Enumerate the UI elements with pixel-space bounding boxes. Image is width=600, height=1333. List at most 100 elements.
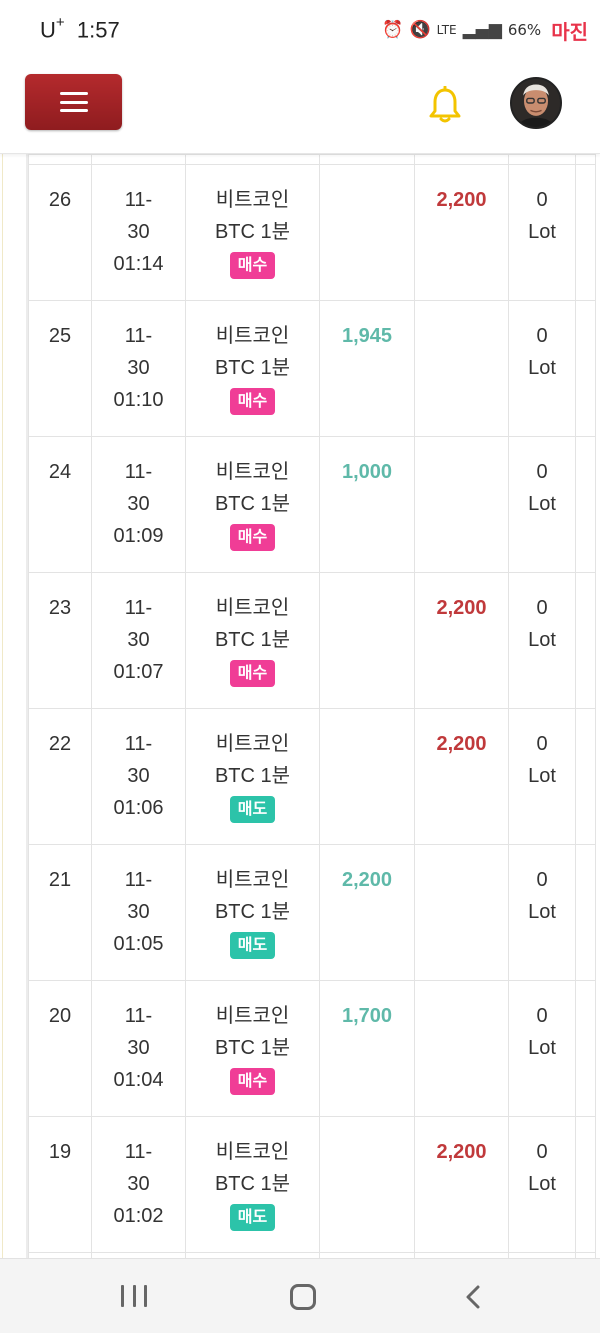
trade-day: 30: [127, 629, 150, 651]
item-product: BTC 1분: [214, 357, 291, 379]
lot-amount: 0: [536, 597, 548, 619]
lot-unit: Lot: [528, 493, 556, 515]
profit-amount: 2,200: [341, 869, 393, 891]
loss-cell: [414, 436, 509, 573]
profit-cell: 1,945: [319, 300, 415, 437]
user-avatar[interactable]: [510, 77, 562, 129]
lot-amount: 0: [536, 325, 548, 347]
item-product: BTC 1분: [214, 629, 291, 651]
trade-item: 비트코인 BTC 1분 매도: [185, 844, 320, 981]
trade-item: 비트코인 BTC 1분 매수: [185, 300, 320, 437]
lot-unit: Lot: [528, 629, 556, 651]
home-icon[interactable]: [290, 1284, 316, 1310]
trade-number-text: 23: [48, 597, 72, 619]
carrier-plus: +: [55, 14, 65, 31]
loss-cell: 2,200: [414, 1116, 509, 1253]
trade-datetime: 11- 30 01:09: [91, 436, 186, 573]
trade-day: 30: [127, 1037, 150, 1059]
lot-amount: 0: [536, 733, 548, 755]
item-product: BTC 1분: [214, 1173, 291, 1195]
loss-cell: [414, 980, 509, 1117]
lot-unit: Lot: [528, 1037, 556, 1059]
back-icon[interactable]: [462, 1284, 486, 1310]
trade-time: 01:06: [113, 797, 164, 819]
table-row[interactable]: 26 11- 30 01:14 비트코인 BTC 1분 매수 2,200 0 Lot: [28, 164, 596, 301]
loss-amount: 2,200: [436, 597, 487, 619]
carrier-name: U: [40, 17, 56, 43]
trade-day: 30: [127, 221, 150, 243]
table-row[interactable]: 23 11- 30 01:07 비트코인 BTC 1분 매수 2,200 0 Lot: [28, 572, 596, 709]
hamburger-icon: [59, 92, 88, 112]
table-row[interactable]: 22 11- 30 01:06 비트코인 BTC 1분 매도 2,200 0 Lot: [28, 708, 596, 845]
lot-cell: 0 Lot: [508, 164, 576, 301]
trade-time: 01:07: [113, 661, 164, 683]
profit-amount: 1,700: [341, 1005, 393, 1027]
profit-cell: [319, 572, 415, 709]
lot-amount: 0: [536, 461, 548, 483]
bell-icon[interactable]: [428, 86, 462, 124]
trade-time: 01:09: [113, 525, 164, 547]
side-badge: 매수: [229, 252, 276, 279]
status-bar: U+ 1:57 ⏰ 🔇 LTE ▂▄▆ 66% 마진: [0, 0, 600, 60]
table-row[interactable]: 20 11- 30 01:04 비트코인 BTC 1분 매수 1,700 0 Lot: [28, 980, 596, 1117]
loss-amount: 2,200: [436, 1141, 487, 1163]
trade-item: 비트코인 BTC 1분 매수: [185, 572, 320, 709]
trade-day: 30: [127, 357, 150, 379]
lot-amount: 0: [536, 869, 548, 891]
extra-cell: [575, 572, 596, 709]
item-name: 비트코인: [215, 733, 290, 755]
trade-number: 25: [28, 300, 92, 437]
trade-month: 11-: [124, 733, 153, 755]
profit-cell: 2,200: [319, 844, 415, 981]
table-row[interactable]: 25 11- 30 01:10 비트코인 BTC 1분 매수 1,945 0 Lot: [28, 300, 596, 437]
network-label: LTE: [436, 23, 457, 37]
side-badge: 매도: [229, 932, 276, 959]
system-nav-bar: [0, 1258, 600, 1333]
trade-datetime: 11- 30 01:07: [91, 572, 186, 709]
extra-cell: [575, 1116, 596, 1253]
trade-datetime: 11- 30 01:04: [91, 980, 186, 1117]
trade-number: 22: [28, 708, 92, 845]
loss-amount: 2,200: [436, 189, 487, 211]
side-badge: 매도: [229, 1204, 276, 1231]
lot-cell: 0 Lot: [508, 572, 576, 709]
alarm-icon: ⏰: [382, 20, 404, 40]
status-icons: ⏰ 🔇 LTE ▂▄▆ 66% 마진: [382, 14, 592, 46]
watermark-logo: 마진: [547, 15, 592, 45]
side-badge: 매도: [229, 796, 276, 823]
menu-button[interactable]: [25, 74, 122, 130]
extra-cell: [575, 164, 596, 301]
trade-number-text: 26: [48, 189, 72, 211]
item-name: 비트코인: [215, 869, 290, 891]
trade-history-panel[interactable]: 26 11- 30 01:14 비트코인 BTC 1분 매수 2,200 0 Lot 25 11- 30…: [0, 154, 600, 1258]
loss-cell: [414, 300, 509, 437]
trade-item: 비트코인 BTC 1분 매도: [185, 1116, 320, 1253]
left-margin: [0, 154, 28, 1258]
lot-cell: 0 Lot: [508, 300, 576, 437]
trade-number: 20: [28, 980, 92, 1117]
table-row[interactable]: 24 11- 30 01:09 비트코인 BTC 1분 매수 1,000 0 Lot: [28, 436, 596, 573]
item-name: 비트코인: [215, 597, 290, 619]
trade-number-text: 19: [48, 1141, 72, 1163]
profit-cell: 1,000: [319, 436, 415, 573]
trade-month: 11-: [124, 869, 153, 891]
app-header: [0, 60, 600, 154]
trade-month: 11-: [124, 325, 153, 347]
profit-cell: [319, 164, 415, 301]
trade-time: 01:04: [113, 1069, 164, 1091]
lot-unit: Lot: [528, 901, 556, 923]
trade-month: 11-: [124, 1141, 153, 1163]
trade-item: 비트코인 BTC 1분 매수: [185, 164, 320, 301]
lot-amount: 0: [536, 189, 548, 211]
trade-number: 21: [28, 844, 92, 981]
table-row[interactable]: 21 11- 30 01:05 비트코인 BTC 1분 매도 2,200 0 Lot: [28, 844, 596, 981]
side-badge: 매수: [229, 524, 276, 551]
table-row[interactable]: 19 11- 30 01:02 비트코인 BTC 1분 매도 2,200 0 Lot: [28, 1116, 596, 1253]
trade-number-text: 25: [48, 325, 72, 347]
item-name: 비트코인: [215, 1005, 290, 1027]
carrier-label: U+ 1:57: [40, 14, 120, 43]
trade-number: 23: [28, 572, 92, 709]
item-product: BTC 1분: [214, 765, 291, 787]
lot-cell: 0 Lot: [508, 980, 576, 1117]
recent-apps-icon[interactable]: [121, 1285, 147, 1307]
